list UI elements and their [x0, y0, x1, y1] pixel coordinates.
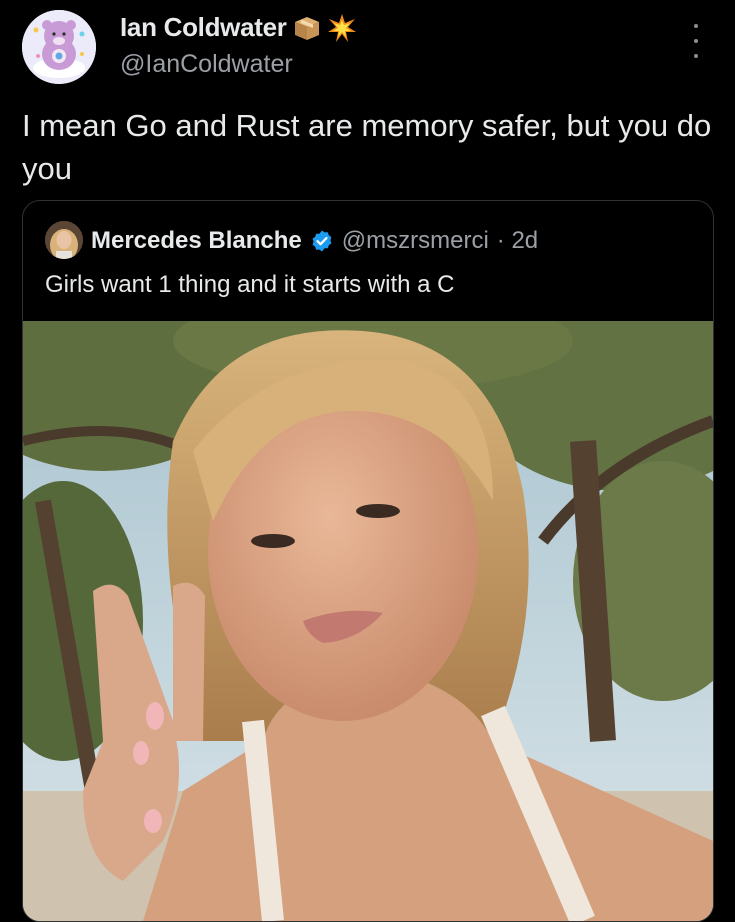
author-avatar[interactable]: [22, 10, 96, 84]
package-icon: [293, 14, 321, 42]
quoted-author-handle[interactable]: @mszrsmerci: [342, 227, 489, 255]
dot: [694, 54, 698, 58]
author-name[interactable]: Ian Coldwater: [120, 12, 287, 43]
tweet-text: I mean Go and Rust are memory safer, but…: [22, 108, 712, 186]
quoted-tweet-card[interactable]: Mercedes Blanche @mszrsmerci · 2d Girls …: [22, 200, 714, 922]
selfie-photo-image: [23, 291, 713, 921]
quoted-time[interactable]: · 2d: [497, 227, 538, 255]
author-handle[interactable]: @IanColdwater: [120, 50, 293, 79]
quoted-tweet-photo[interactable]: [23, 291, 713, 921]
quoted-tweet-text: Girls want 1 thing and it starts with a …: [45, 271, 455, 298]
collision-icon: [327, 13, 357, 43]
quoted-header: Mercedes Blanche @mszrsmerci · 2d: [91, 227, 538, 255]
verified-badge-icon: [310, 229, 334, 253]
care-bear-avatar-image: [22, 10, 96, 84]
dot: [694, 24, 698, 28]
dot: [694, 39, 698, 43]
quoted-author-avatar[interactable]: [45, 221, 83, 259]
author-name-row: Ian Coldwater: [120, 12, 357, 43]
more-options-icon[interactable]: [686, 24, 706, 58]
quoted-author-name[interactable]: Mercedes Blanche: [91, 227, 302, 255]
